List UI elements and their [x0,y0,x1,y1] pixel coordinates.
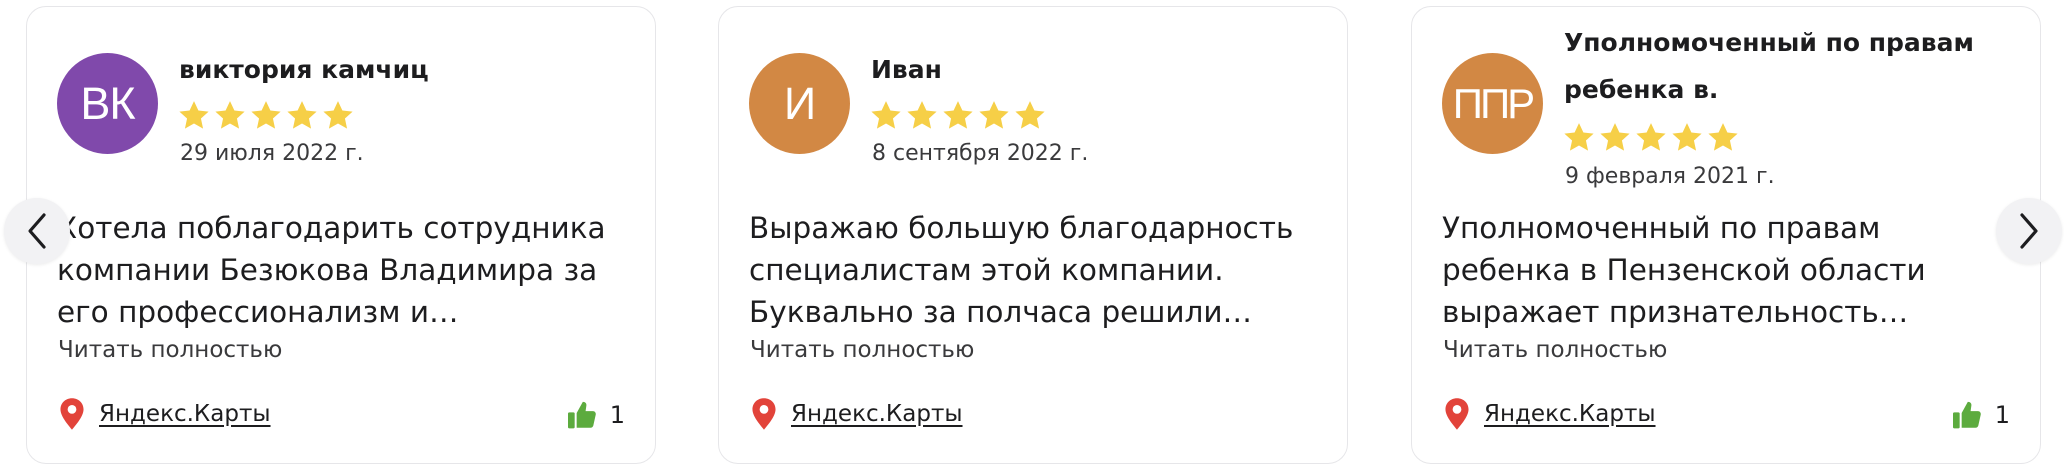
star-icon [1636,123,1666,151]
like-count: 1 [609,401,625,429]
star-icon [907,101,937,129]
star-icon [1600,123,1630,151]
avatar: И [749,53,850,154]
source-label[interactable]: Яндекс.Карты [1484,401,1656,427]
map-pin-icon [749,397,779,431]
map-pin-icon [1442,397,1472,431]
read-more-link[interactable]: Читать полностью [1443,337,1667,363]
chevron-right-icon [2020,213,2038,249]
review-text: Выражаю большую благодарность специалист… [749,211,1294,329]
review-author: Иван [871,55,942,84]
thumbs-up-icon [1951,399,1983,431]
rating-stars [1562,121,1740,155]
star-icon [1672,123,1702,151]
source-label[interactable]: Яндекс.Карты [99,401,271,427]
star-icon [1564,123,1594,151]
like-button[interactable]: 1 [1951,399,2010,431]
star-icon [943,101,973,129]
star-icon [251,101,281,129]
source-link[interactable]: Яндекс.Карты [1442,397,1656,431]
carousel-next-button[interactable] [1996,198,2062,264]
star-icon [1015,101,1045,129]
review-date: 9 февраля 2021 г. [1565,164,1775,189]
review-text: Хотела поблагодарить сотрудника компании… [57,211,606,329]
star-icon [323,101,353,129]
review-card: ВК виктория камчиц 29 июля 2022 г. Хотел… [26,6,656,464]
star-icon [1708,123,1738,151]
review-author: Уполномоченный по правам ребенка в. [1564,28,1974,104]
map-pin-icon [57,397,87,431]
read-more-link[interactable]: Читать полностью [58,337,282,363]
star-icon [287,101,317,129]
like-button[interactable]: 1 [566,399,625,431]
star-icon [215,101,245,129]
source-link[interactable]: Яндекс.Карты [57,397,271,431]
star-icon [871,101,901,129]
avatar: ВК [57,53,158,154]
review-card: ППР Уполномоченный по правам ребенка в. … [1411,6,2041,464]
star-icon [179,101,209,129]
source-link[interactable]: Яндекс.Карты [749,397,963,431]
rating-stars [869,99,1047,133]
carousel-prev-button[interactable] [4,198,70,264]
review-card: И Иван 8 сентября 2022 г. Выражаю большу… [718,6,1348,464]
read-more-link[interactable]: Читать полностью [750,337,974,363]
review-date: 29 июля 2022 г. [180,141,364,166]
star-icon [979,101,1009,129]
thumbs-up-icon [566,399,598,431]
source-label[interactable]: Яндекс.Карты [791,401,963,427]
like-count: 1 [1994,401,2010,429]
chevron-left-icon [28,213,46,249]
rating-stars [177,99,355,133]
review-author: виктория камчиц [179,55,429,84]
review-text: Уполномоченный по правам ребенка в Пензе… [1442,211,1926,329]
avatar: ППР [1442,53,1543,154]
review-date: 8 сентября 2022 г. [872,141,1089,166]
